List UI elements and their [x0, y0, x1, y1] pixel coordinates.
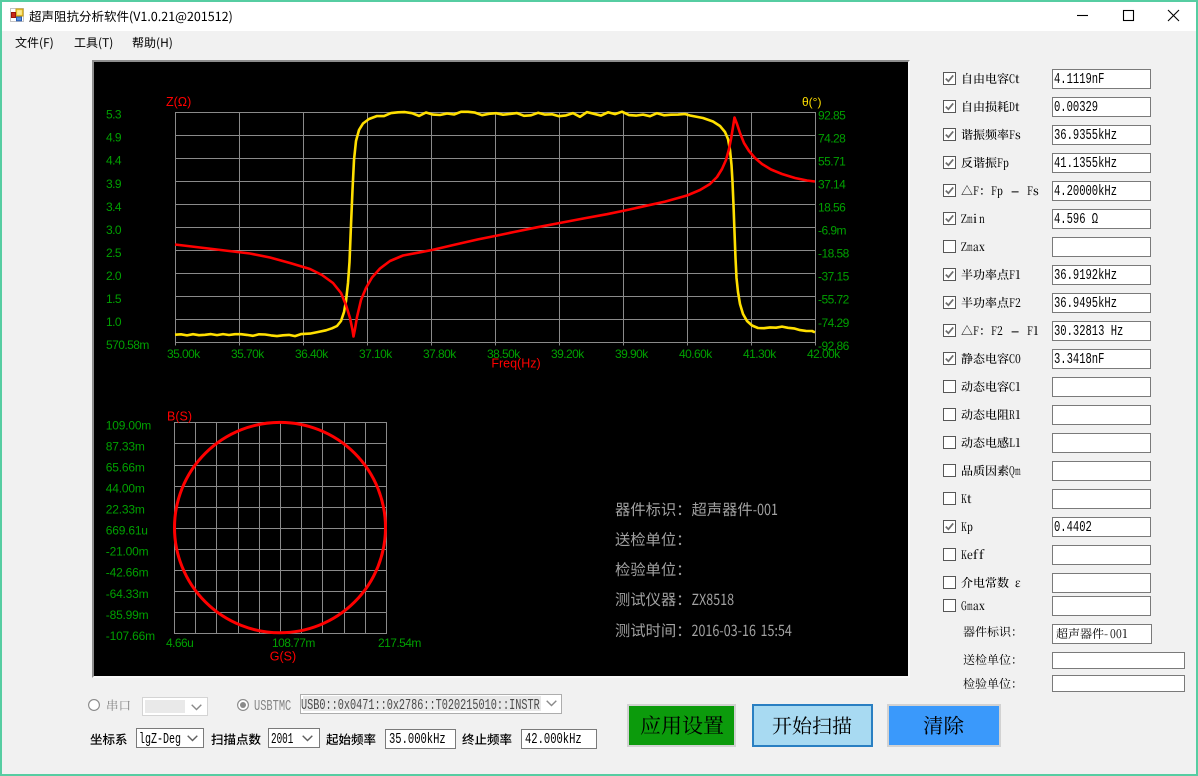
svg-text:4.9: 4.9	[106, 131, 122, 145]
svg-text:3.4: 3.4	[106, 200, 122, 214]
svg-text:18.56: 18.56	[818, 201, 846, 215]
svg-text:-85.99m: -85.99m	[106, 608, 149, 622]
svg-text:35.00k: 35.00k	[167, 347, 201, 361]
svg-text:-64.33m: -64.33m	[106, 587, 149, 601]
svg-text:Freq(Hz): Freq(Hz)	[491, 356, 540, 370]
svg-text:39.90k: 39.90k	[615, 347, 649, 361]
svg-text:-74.29: -74.29	[818, 316, 850, 330]
svg-text:3.0: 3.0	[106, 223, 122, 237]
svg-text:92.85: 92.85	[818, 108, 846, 122]
svg-text:4.66u: 4.66u	[166, 636, 193, 650]
svg-text:-21.00m: -21.00m	[106, 545, 149, 559]
svg-text:-18.58: -18.58	[818, 247, 850, 261]
svg-text:2.5: 2.5	[106, 246, 122, 260]
svg-text:35.70k: 35.70k	[231, 347, 265, 361]
svg-text:74.28: 74.28	[818, 131, 846, 145]
svg-text:-107.66m: -107.66m	[106, 629, 155, 643]
svg-text:37.10k: 37.10k	[359, 347, 393, 361]
svg-text:37.80k: 37.80k	[423, 347, 457, 361]
svg-text:3.9: 3.9	[106, 177, 122, 191]
svg-text:217.54m: 217.54m	[378, 636, 421, 650]
svg-text:44.00m: 44.00m	[106, 482, 145, 496]
svg-text:570.58m: 570.58m	[106, 338, 149, 352]
svg-text:87.33m: 87.33m	[106, 439, 145, 453]
svg-text:B(S): B(S)	[167, 409, 192, 423]
svg-text:Z(Ω): Z(Ω)	[166, 95, 191, 109]
svg-text:1.5: 1.5	[106, 292, 122, 306]
svg-text:-37.15: -37.15	[818, 270, 850, 284]
svg-text:55.71: 55.71	[818, 154, 846, 168]
svg-text:669.61u: 669.61u	[106, 524, 148, 538]
svg-text:22.33m: 22.33m	[106, 503, 145, 517]
svg-text:5.3: 5.3	[106, 108, 122, 122]
svg-text:1.0: 1.0	[106, 315, 122, 329]
svg-text:42.00k: 42.00k	[807, 347, 841, 361]
svg-text:36.40k: 36.40k	[295, 347, 329, 361]
svg-text:2.0: 2.0	[106, 269, 122, 283]
svg-text:37.14: 37.14	[818, 178, 846, 192]
svg-text:65.66m: 65.66m	[106, 460, 145, 474]
svg-text:θ(°): θ(°)	[802, 95, 821, 109]
svg-text:40.60k: 40.60k	[679, 347, 713, 361]
svg-text:-6.9m: -6.9m	[818, 224, 846, 238]
svg-text:108.77m: 108.77m	[272, 636, 315, 650]
svg-text:G(S): G(S)	[270, 649, 296, 663]
svg-text:-55.72: -55.72	[818, 293, 850, 307]
svg-text:-42.66m: -42.66m	[106, 566, 149, 580]
svg-text:4.4: 4.4	[106, 154, 122, 168]
svg-text:109.00m: 109.00m	[106, 418, 152, 432]
svg-text:39.20k: 39.20k	[551, 347, 585, 361]
svg-text:41.30k: 41.30k	[743, 347, 777, 361]
